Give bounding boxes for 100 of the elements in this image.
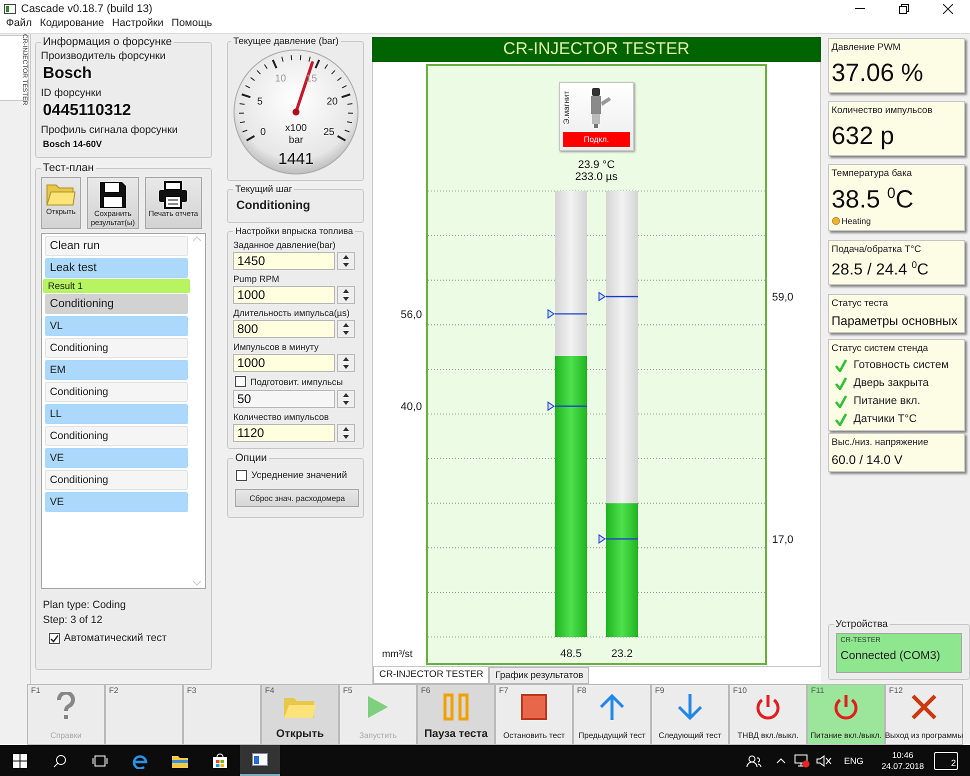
number-field[interactable]: 1450 [233,252,336,270]
question-mark-icon [56,692,76,722]
stop-icon [521,694,547,720]
test-step[interactable]: VE [44,492,188,512]
chevron-up-icon[interactable] [776,758,786,764]
number-field[interactable]: 800 [233,320,336,338]
test-step[interactable]: Result 1 [42,279,190,293]
play-icon [366,694,390,720]
unit-label: mm³/st [382,649,413,660]
test-step[interactable]: VL [44,316,188,336]
limit-label: 59,0 [772,292,794,304]
test-step[interactable]: VE [44,448,188,468]
power-icon [832,693,860,721]
field-label: Длительность импульса(µs) [233,308,351,318]
test-step[interactable]: EM [44,360,188,380]
panel-title: Устройства [834,619,889,630]
network-icon[interactable] [794,754,810,768]
function-key[interactable]: F10 ТНВД вкл./выкл. [729,684,807,745]
test-step[interactable]: Conditioning [44,338,188,358]
field-label: Количество импульсов [233,412,330,422]
test-step[interactable]: Leak test [44,258,188,278]
clock[interactable]: 10:46 24.07.2018 [881,750,924,771]
muted-speaker-icon[interactable] [816,754,832,768]
menu-item[interactable]: Настройки [108,17,168,33]
current-step-value: Conditioning [236,198,312,212]
test-step[interactable]: Clean run [44,236,188,256]
function-key[interactable]: F8 Предыдущий тест [573,684,651,745]
power-icon [754,693,782,721]
field-value: 0445110312 [42,102,132,120]
step-counter: Step: 3 of 12 [42,614,104,626]
app-taskbar-icon[interactable] [240,745,280,776]
status-led-icon [832,217,840,226]
menu-item[interactable]: Кодирование [36,17,108,33]
scale-label: 0 [260,127,266,138]
people-icon[interactable] [746,754,762,768]
readout-label: Подача/обратка T°C [832,244,922,256]
field-label: Pump RPM [233,274,280,284]
close-icon [911,694,937,720]
test-step[interactable]: LL [44,404,188,424]
spinner[interactable] [337,320,356,338]
function-key[interactable]: F7 Остановить тест [495,684,573,745]
number-field[interactable]: 1000 [233,286,336,304]
view-tab[interactable]: CR-INJECTOR TESTER [373,667,490,684]
number-field[interactable]: 1120 [233,424,336,442]
tube-value: 23.2 [612,648,633,660]
test-step[interactable]: Conditioning [44,294,188,314]
app-icon [4,4,16,14]
function-key[interactable]: F9 Следующий тест [651,684,729,745]
scale-label: 10 [275,73,286,84]
reset-button[interactable]: Сброс знач. расходомера [235,489,360,507]
test-step[interactable]: Conditioning [44,470,188,490]
minimize-icon[interactable] [855,8,865,10]
field-label: Заданное давление(bar) [233,240,336,250]
function-key[interactable]: F6 Пауза теста [417,684,495,745]
spinner[interactable] [337,424,356,442]
number-field[interactable]: 1000 [233,354,336,372]
panel-title: Опции [234,452,268,464]
test-step[interactable]: Conditioning [44,426,188,446]
plan-type: Plan type: Coding [42,599,127,611]
close-icon[interactable] [943,4,953,14]
panel-title: Информация о форсунке [42,36,173,48]
injector-card[interactable]: Э.магнит Подкл. [558,82,634,151]
function-key[interactable]: F11 Питание вкл./выкл. [807,684,885,745]
heating-status: Heating [842,216,871,226]
device-status: Connected (COM3) [840,650,942,662]
spinner[interactable] [337,252,356,270]
limit-label: 40,0 [400,401,422,414]
panel-title: Настройки впрыска топлива [234,226,354,236]
field-value: Bosch 14-60V [42,139,103,149]
menu-item[interactable]: Помощь [168,17,216,33]
limit-marker [598,292,638,302]
field-label: Профиль сигнала форсунки [40,124,179,136]
injector-label: Э.магнит [562,90,571,124]
readout-value: 632 p [832,122,896,151]
readout-label: Количество импульсов [832,105,934,116]
function-key[interactable]: F2 [105,684,183,745]
checkbox-label: Подготовит. импульсы [250,376,343,386]
averaging-checkbox[interactable] [236,470,248,481]
language-indicator[interactable]: ENG [844,756,864,766]
field-value: Bosch [42,65,93,83]
menu-item[interactable]: Файл [2,17,36,33]
arrow-up-icon [599,693,625,721]
function-key[interactable]: F4 Открыть [261,684,339,745]
view-tab[interactable]: График результатов [489,667,590,684]
scale-label: 5 [257,96,263,108]
spinner[interactable] [337,390,356,408]
restore-icon[interactable] [899,4,909,14]
window-title: Cascade v0.18.7 (build 13) [21,2,154,14]
spinner[interactable] [337,354,356,372]
readout-label: Температура бака [832,168,913,179]
spinner[interactable] [337,286,356,304]
test-step[interactable]: Conditioning [44,382,188,402]
panel-title: Тест-план [42,162,95,174]
auto-test-checkbox[interactable] [48,632,60,644]
function-key[interactable]: F12 Выход из программы [885,684,963,745]
arrow-down-icon [677,693,703,721]
function-key[interactable]: F3 [183,684,261,745]
notification-badge[interactable]: 2 [934,752,958,770]
injector-status: Подкл. [562,132,630,147]
limit-marker [548,401,588,412]
